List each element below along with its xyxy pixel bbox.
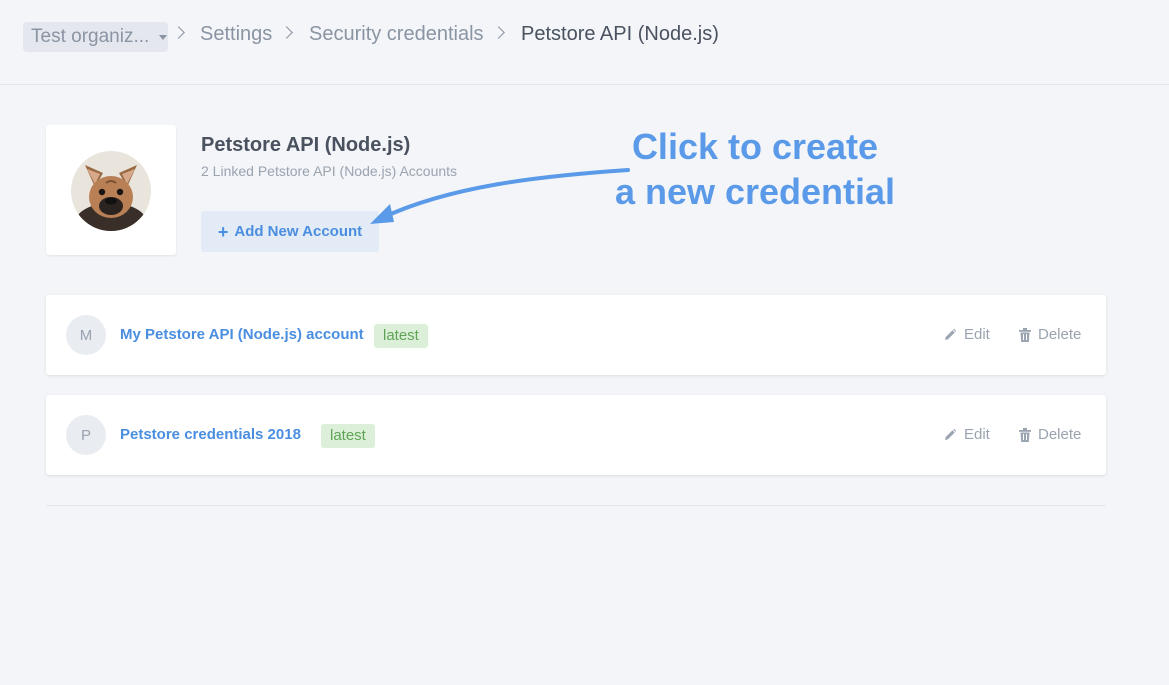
- french-bulldog-avatar-icon: [71, 151, 151, 231]
- credential-row: P Petstore credentials 2018 latest Edit …: [46, 395, 1106, 475]
- top-bar: Test organiz... Settings Security creden…: [0, 0, 1169, 85]
- trash-icon: [1019, 327, 1031, 342]
- credential-row: M My Petstore API (Node.js) account late…: [46, 295, 1106, 375]
- edit-label: Edit: [964, 326, 990, 343]
- avatar: P: [66, 415, 106, 455]
- breadcrumb-security-credentials[interactable]: Security credentials: [309, 23, 484, 46]
- credential-name-link[interactable]: My Petstore API (Node.js) account: [120, 326, 364, 343]
- status-badge: latest: [374, 324, 428, 348]
- edit-button[interactable]: Edit: [943, 326, 990, 343]
- service-logo-card: [46, 125, 176, 255]
- chevron-right-icon: [172, 26, 185, 39]
- service-title: Petstore API (Node.js): [201, 134, 411, 156]
- chevron-down-icon: [159, 34, 168, 40]
- status-badge: latest: [321, 424, 375, 448]
- chevron-right-icon: [280, 26, 293, 39]
- avatar: M: [66, 315, 106, 355]
- breadcrumb-current-page: Petstore API (Node.js): [521, 23, 719, 45]
- delete-label: Delete: [1038, 426, 1082, 443]
- trash-icon: [1019, 427, 1031, 442]
- organization-select[interactable]: Test organiz...: [23, 22, 168, 52]
- delete-button[interactable]: Delete: [1019, 326, 1081, 343]
- pencil-icon: [945, 428, 957, 440]
- plus-icon: +: [217, 221, 229, 242]
- edit-label: Edit: [964, 426, 990, 443]
- callout-arrow-icon: [370, 168, 630, 224]
- chevron-right-icon: [492, 26, 505, 39]
- delete-label: Delete: [1038, 326, 1082, 343]
- add-new-account-button[interactable]: + Add New Account: [201, 211, 379, 252]
- divider: [46, 505, 1106, 506]
- credential-name-link[interactable]: Petstore credentials 2018: [120, 426, 301, 443]
- edit-button[interactable]: Edit: [943, 426, 990, 443]
- add-new-account-label: Add New Account: [234, 223, 363, 240]
- breadcrumb-settings[interactable]: Settings: [200, 23, 272, 46]
- delete-button[interactable]: Delete: [1019, 426, 1081, 443]
- organization-select-label: Test organiz...: [31, 26, 150, 47]
- pencil-icon: [945, 328, 957, 340]
